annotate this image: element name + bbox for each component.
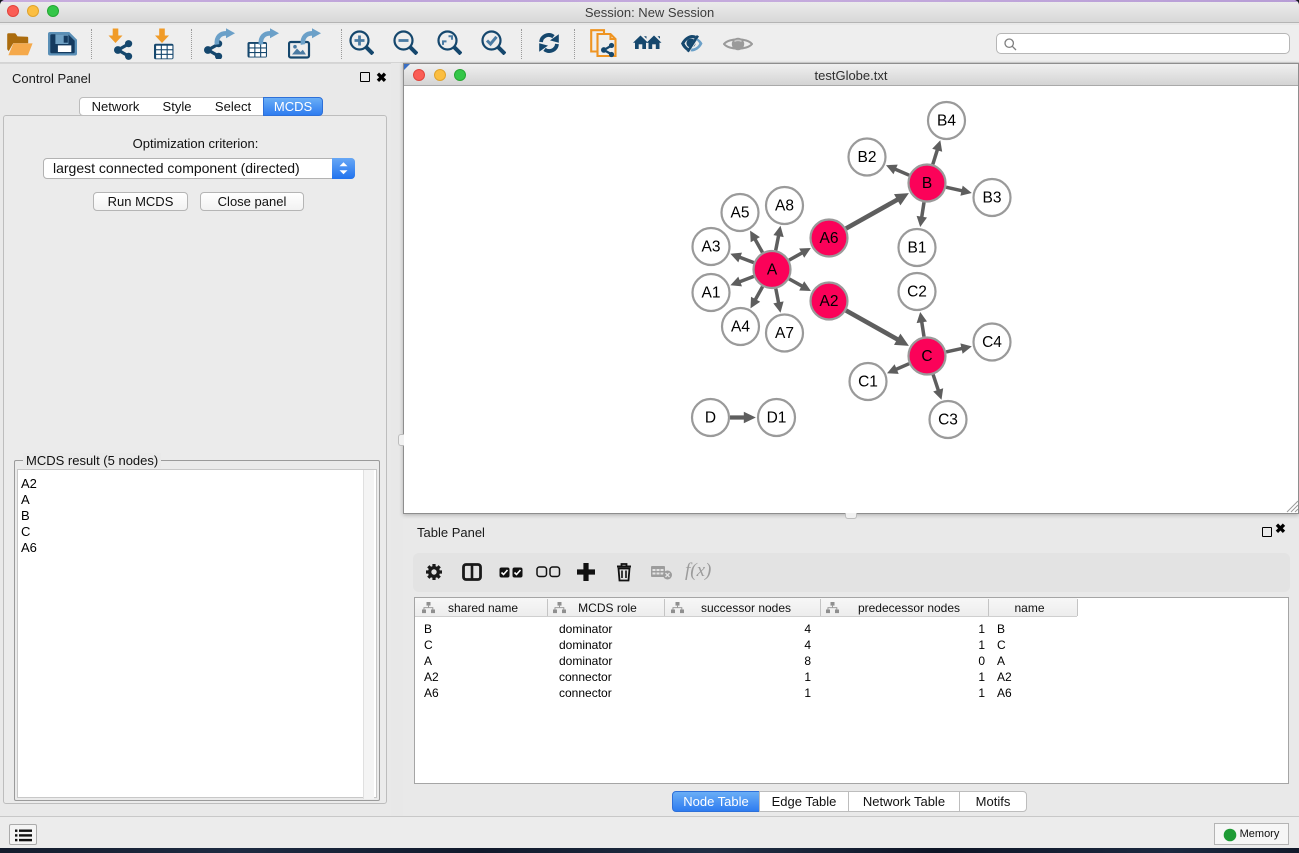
svg-text:B2: B2: [858, 149, 877, 166]
svg-text:D: D: [705, 410, 716, 427]
svg-text:A: A: [767, 262, 778, 279]
svg-text:A2: A2: [820, 293, 839, 310]
svg-text:D1: D1: [767, 410, 787, 427]
svg-text:A1: A1: [702, 285, 721, 302]
svg-text:C2: C2: [907, 284, 927, 301]
svg-text:C: C: [921, 348, 932, 365]
svg-text:B1: B1: [908, 240, 927, 257]
svg-text:B4: B4: [937, 113, 956, 130]
svg-text:C3: C3: [938, 412, 958, 429]
svg-text:C1: C1: [858, 374, 878, 391]
svg-text:A3: A3: [702, 239, 721, 256]
svg-text:C4: C4: [982, 334, 1002, 351]
svg-text:A5: A5: [731, 205, 750, 222]
svg-text:A8: A8: [775, 198, 794, 215]
svg-text:B3: B3: [983, 190, 1002, 207]
svg-text:A4: A4: [731, 319, 750, 336]
svg-text:B: B: [922, 175, 932, 192]
svg-text:A7: A7: [775, 325, 794, 342]
svg-text:A6: A6: [820, 230, 839, 247]
